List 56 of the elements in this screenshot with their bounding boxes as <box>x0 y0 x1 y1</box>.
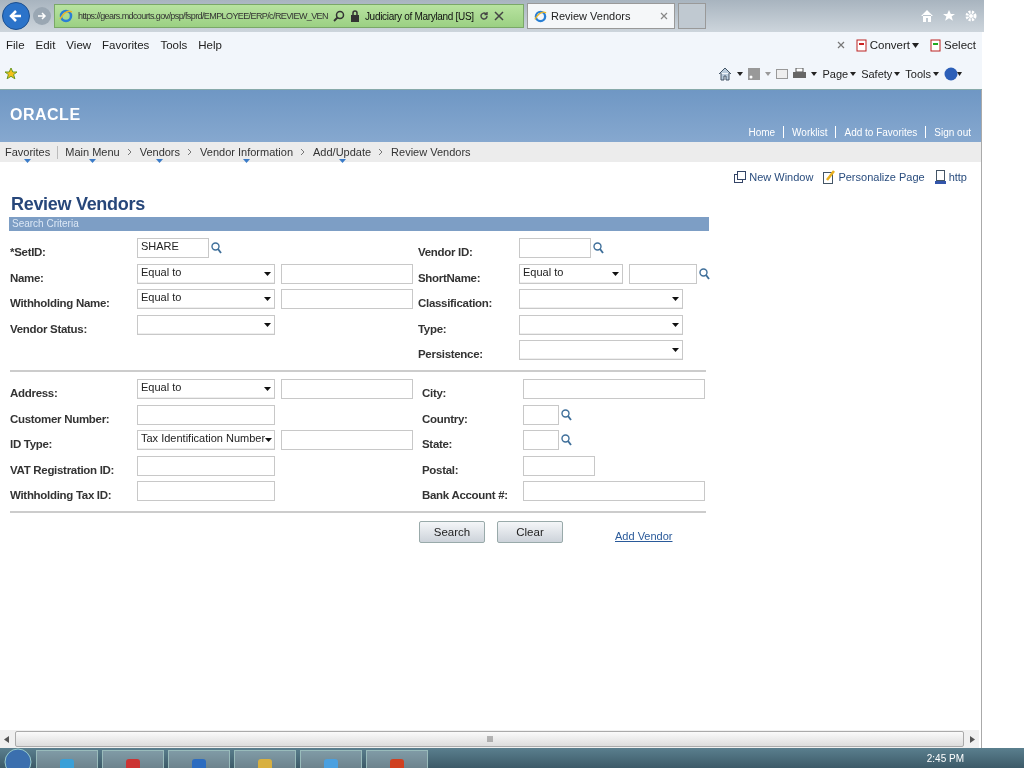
logo: ORACLE <box>10 106 81 124</box>
action-button[interactable]: Search <box>419 520 485 543</box>
field-label: Vendor Status: <box>10 321 88 335</box>
menu-item[interactable]: Help <box>198 39 222 51</box>
breadcrumb-item[interactable]: Vendors <box>139 145 181 159</box>
action-button[interactable]: Clear <box>497 520 563 543</box>
http-link[interactable]: http <box>934 170 967 184</box>
field-label: ID Type: <box>10 437 54 451</box>
breadcrumb-item[interactable]: Main Menu <box>65 145 120 159</box>
breadcrumb-item[interactable]: Vendor Information <box>200 145 293 159</box>
toolbar-menu[interactable]: Page <box>822 67 857 80</box>
field-label: *SetID: <box>10 245 47 258</box>
field-label: Type: <box>418 321 448 335</box>
toolbar-button[interactable]: Convert <box>855 38 920 52</box>
clock: 2:45 PM <box>926 752 964 764</box>
site-identity: Judiciary of Maryland [US] <box>364 10 474 22</box>
field-label: Bank Account #: <box>422 488 509 502</box>
field-label: Country: <box>422 411 469 425</box>
personalize-page-link[interactable]: Personalize Page <box>823 170 925 184</box>
field-label: Persistence: <box>418 347 484 361</box>
field-label: Withholding Tax ID: <box>10 488 113 502</box>
field-label: Customer Number: <box>10 411 111 425</box>
new-window-link[interactable]: New Window <box>734 170 814 184</box>
input-field[interactable]: SHARE <box>137 238 209 258</box>
dropdown[interactable]: Equal to <box>137 378 275 399</box>
field-label: Withholding Name: <box>10 296 111 310</box>
section-header: Search Criteria <box>9 217 709 231</box>
dropdown[interactable]: Equal to <box>519 263 623 284</box>
menu-item[interactable]: Tools <box>160 39 188 51</box>
field-label: Classification: <box>418 296 494 310</box>
dropdown[interactable]: Equal to <box>137 289 275 310</box>
dropdown[interactable]: Equal to <box>137 263 275 284</box>
field-label: Postal: <box>422 462 460 476</box>
toolbar-menu[interactable]: Tools <box>905 67 939 80</box>
url-text: https://gears.mdcourts.gov/psp/fsprd/EMPLOYEE/ERP/c/REVIEW_VEN <box>78 11 328 21</box>
add-vendor-link[interactable]: Add Vendor <box>615 529 673 542</box>
page-title: Review Vendors <box>11 194 146 215</box>
toolbar-button[interactable]: Select <box>930 38 976 52</box>
field-label: Name: <box>10 270 45 284</box>
breadcrumb-item[interactable]: Favorites <box>5 145 51 159</box>
breadcrumb-item[interactable]: Add/Update <box>313 145 372 159</box>
field-label: City: <box>422 385 448 399</box>
menu-item[interactable]: View <box>66 39 92 51</box>
menu-item[interactable]: Favorites <box>102 39 150 51</box>
menu-item[interactable]: File <box>6 39 25 51</box>
toolbar-menu[interactable]: Safety <box>861 67 901 80</box>
field-label: VAT Registration ID: <box>10 462 116 476</box>
field-label: State: <box>422 437 454 451</box>
field-label: Address: <box>10 385 59 399</box>
field-label: ShortName: <box>418 270 482 284</box>
dropdown[interactable]: Tax Identification Number <box>137 430 275 451</box>
field-label: Vendor ID: <box>418 245 474 258</box>
browser-tab[interactable]: Review Vendors <box>527 3 675 29</box>
menu-item[interactable]: Edit <box>35 39 56 51</box>
address-bar[interactable]: https://gears.mdcourts.gov/psp/fsprd/EMPLOYEE/ERP/c/REVIEW_VEN Judiciary of Maryland [US] <box>54 4 524 28</box>
breadcrumb-item[interactable]: Review Vendors <box>391 145 471 159</box>
